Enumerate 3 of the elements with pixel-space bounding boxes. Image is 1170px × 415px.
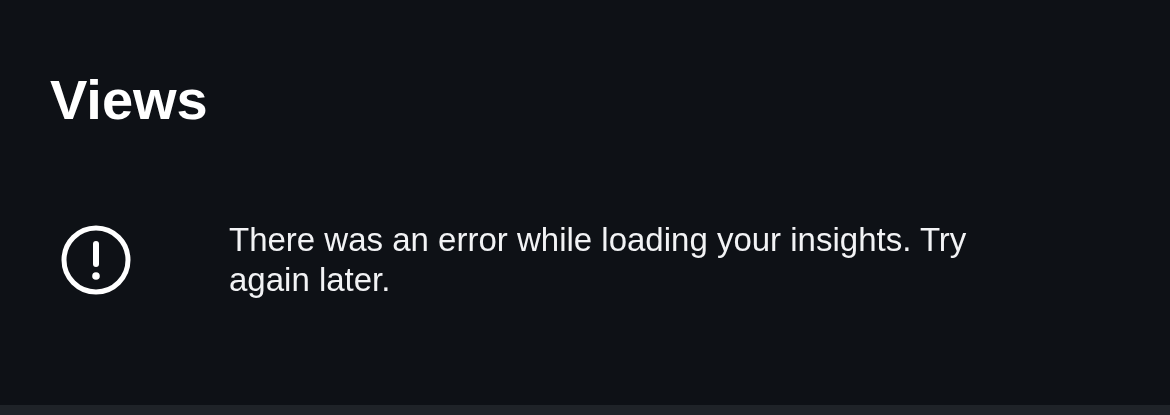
error-icon	[60, 224, 132, 296]
error-message: There was an error while loading your insights. Try again later.	[229, 220, 968, 300]
section-title: Views	[50, 68, 208, 132]
